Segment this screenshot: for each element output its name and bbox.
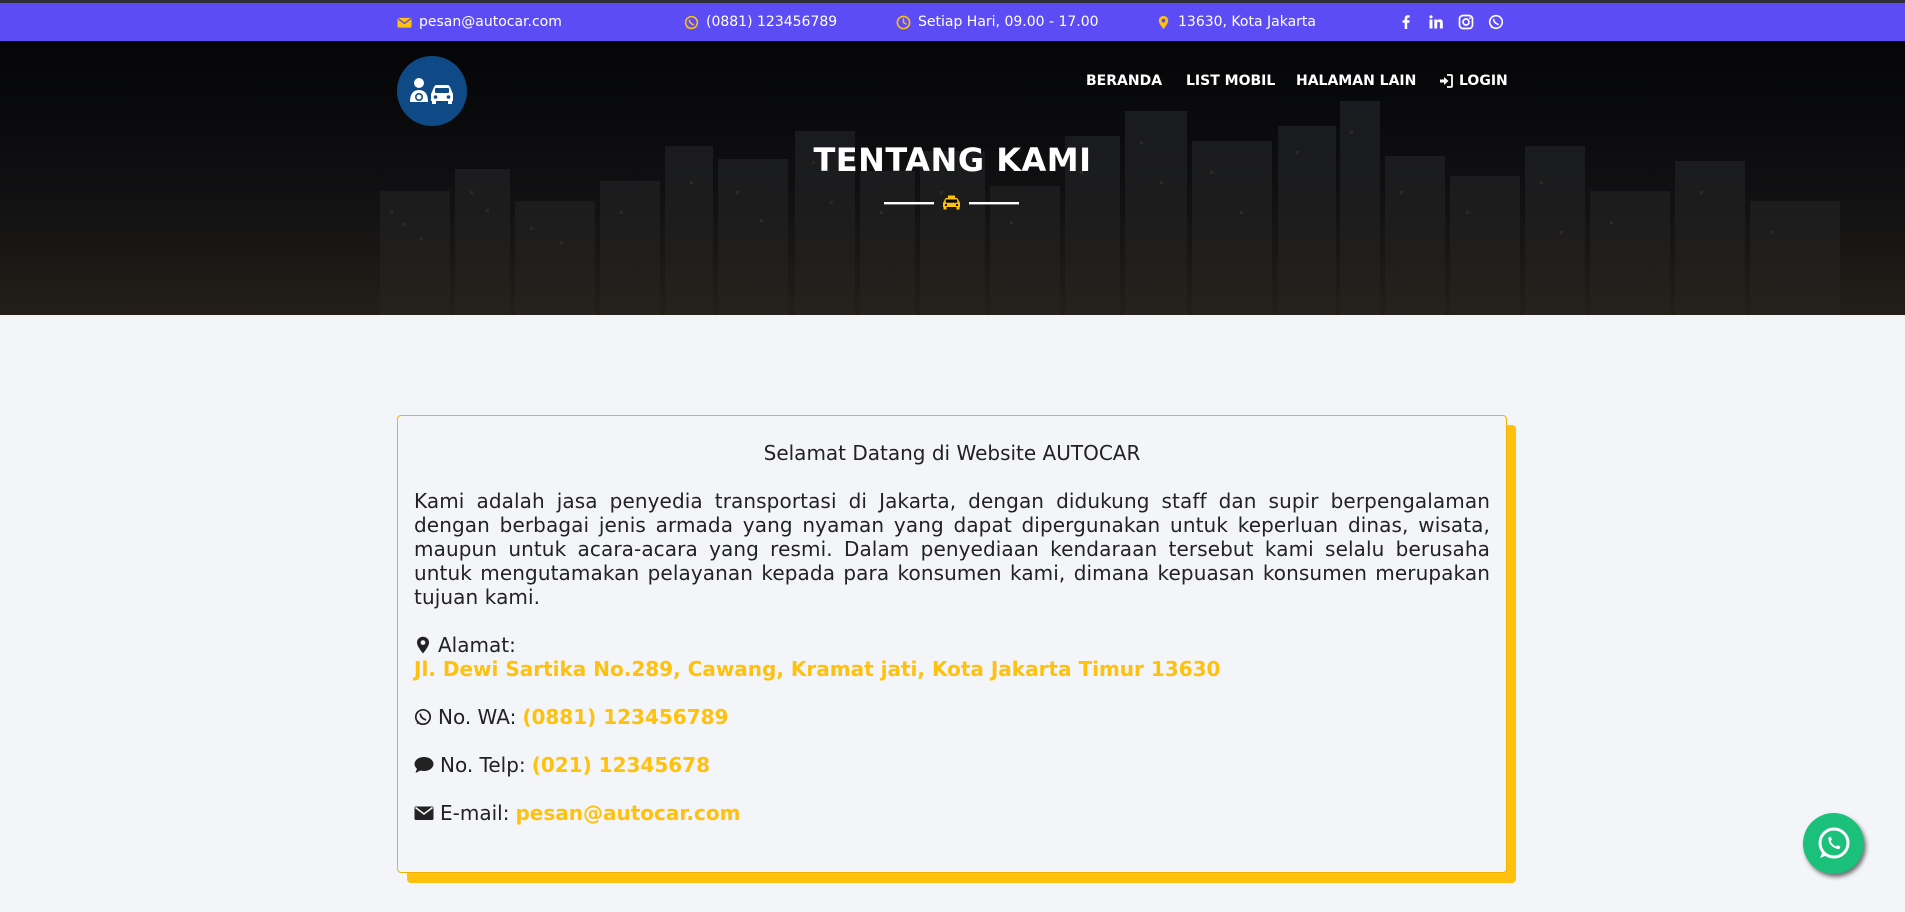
comment-icon (414, 757, 434, 773)
page-title: TENTANG KAMI (813, 141, 1092, 179)
about-card: Selamat Datang di Website AUTOCAR Kami a… (397, 415, 1507, 873)
topbar-email[interactable]: pesan@autocar.com (397, 3, 562, 41)
social-links (1398, 3, 1504, 41)
whatsapp-float-button[interactable] (1803, 813, 1864, 874)
taxi-icon (943, 195, 960, 210)
telp-line: No. Telp: (021) 12345678 (414, 753, 1490, 777)
facebook-icon[interactable] (1398, 14, 1414, 30)
whatsapp-value[interactable]: (0881) 123456789 (522, 705, 728, 729)
main-navigation: BERANDA LIST MOBIL HALAMAN LAIN LOGIN (0, 73, 1905, 93)
about-title: Selamat Datang di Website AUTOCAR (763, 441, 1141, 465)
nav-beranda-label: BERANDA (1086, 73, 1163, 89)
nav-beranda[interactable]: BERANDA (1086, 73, 1162, 89)
nav-halaman-lain[interactable]: HALAMAN LAIN (1296, 73, 1416, 89)
hero-banner: BERANDA LIST MOBIL HALAMAN LAIN LOGIN TE… (0, 41, 1905, 315)
email-label: E-mail: (440, 801, 510, 825)
email-value[interactable]: pesan@autocar.com (515, 801, 740, 825)
topbar-phone[interactable]: (0881) 123456789 (684, 3, 837, 41)
whatsapp-icon (414, 708, 432, 726)
whatsapp-icon[interactable] (1488, 14, 1504, 30)
whatsapp-icon (684, 15, 699, 29)
top-info-bar: pesan@autocar.com (0881) 123456789 Setia… (0, 0, 1905, 41)
email-line: E-mail: pesan@autocar.com (414, 801, 1490, 825)
envelope-icon (414, 806, 434, 820)
nav-list-mobil-label: LIST MOBIL (1186, 73, 1276, 89)
whatsapp-label: No. WA: (438, 705, 517, 729)
sign-in-icon (1440, 74, 1453, 88)
address-label: Alamat: (438, 633, 516, 657)
topbar-location-text: 13630, Kota Jakarta (1178, 14, 1316, 30)
map-marker-icon (417, 636, 429, 654)
topbar-hours-text: Setiap Hari, 09.00 - 17.00 (918, 14, 1099, 30)
title-divider (884, 195, 1019, 210)
topbar-email-text: pesan@autocar.com (419, 14, 562, 30)
address-label-line: Alamat: (414, 633, 1490, 657)
clock-icon (896, 15, 911, 29)
topbar-phone-text: (0881) 123456789 (706, 14, 838, 30)
telp-value[interactable]: (021) 12345678 (532, 753, 710, 777)
nav-login[interactable]: LOGIN (1439, 73, 1508, 89)
address-value: Jl. Dewi Sartika No.289, Cawang, Kramat … (414, 657, 1221, 681)
whatsapp-line: No. WA: (0881) 123456789 (414, 705, 1490, 729)
topbar-hours: Setiap Hari, 09.00 - 17.00 (896, 3, 1099, 41)
linkedin-icon[interactable] (1428, 14, 1444, 30)
topbar-location: 13630, Kota Jakarta (1156, 3, 1316, 41)
nav-list-mobil[interactable]: LIST MOBIL (1186, 73, 1275, 89)
nav-login-label: LOGIN (1459, 73, 1508, 89)
telp-label: No. Telp: (440, 753, 526, 777)
about-description: Kami adalah jasa penyedia transportasi d… (414, 489, 1490, 609)
envelope-icon (397, 17, 412, 28)
instagram-icon[interactable] (1458, 14, 1474, 30)
whatsapp-icon (1818, 827, 1849, 858)
map-marker-icon (1158, 15, 1169, 29)
nav-halaman-lain-label: HALAMAN LAIN (1296, 73, 1417, 89)
